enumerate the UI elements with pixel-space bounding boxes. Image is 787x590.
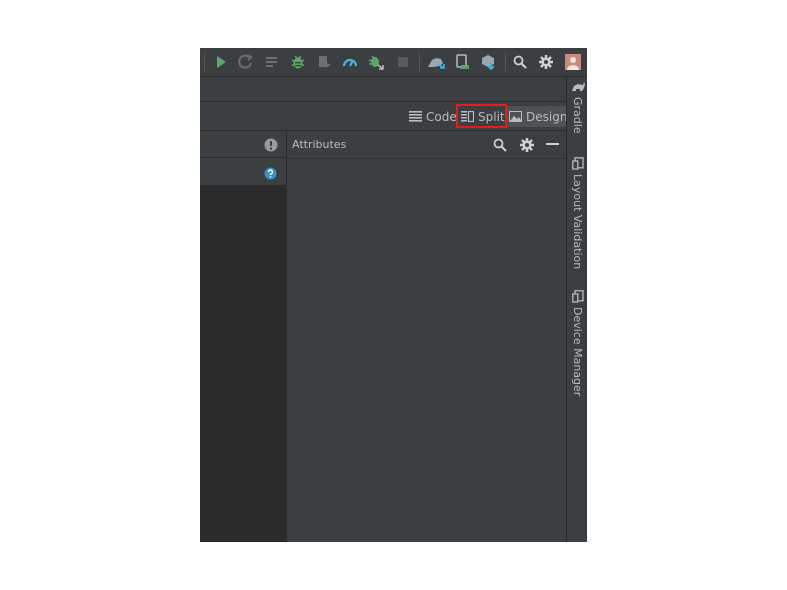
attributes-panel: Attributes [287,131,566,542]
search-icon[interactable] [510,52,530,72]
right-tool-window-bar: Gradle Layout Validation Device Manager [566,77,587,542]
toolbar-separator [505,53,506,71]
stop-icon[interactable] [393,52,413,72]
editor-tab-row [200,77,566,102]
attributes-title: Attributes [292,138,347,151]
debug-icon[interactable] [288,52,308,72]
ide-window: Code Split Design Attributes Gradle Layo… [200,48,587,542]
code-mode-button[interactable]: Code [409,106,457,127]
sidebar-tab-device-manager[interactable]: Device Manager [567,290,587,396]
attach-debugger-icon[interactable] [314,52,334,72]
sidebar-tab-gradle[interactable]: Gradle [567,81,587,134]
split-button-highlight [456,104,507,128]
attributes-search-icon[interactable] [493,137,507,152]
toolbar-separator [419,53,420,71]
sdk-manager-icon[interactable] [478,52,498,72]
sidebar-tab-label: Layout Validation [571,174,584,270]
component-tree-body [200,186,286,542]
design-mode-label: Design [526,109,568,124]
palette-panel [200,131,287,542]
layout-validation-icon [571,157,584,170]
account-icon[interactable] [563,52,583,72]
settings-icon[interactable] [536,52,556,72]
device-manager-icon[interactable] [452,52,472,72]
sync-icon[interactable] [426,52,446,72]
apply-code-changes-icon[interactable] [262,52,282,72]
code-mode-icon [409,111,422,122]
view-mode-bar: Code Split Design [200,102,572,131]
sidebar-tab-layout-validation[interactable]: Layout Validation [567,157,587,269]
help-icon[interactable] [264,165,277,180]
toolbar-separator [204,53,205,71]
attributes-header: Attributes [287,131,566,159]
device-icon [571,290,584,303]
attributes-settings-icon[interactable] [520,137,534,152]
minimize-icon[interactable] [546,143,559,145]
sidebar-tab-label: Device Manager [571,307,584,397]
code-mode-label: Code [426,109,457,124]
main-toolbar [200,48,587,77]
run-icon[interactable] [211,52,231,72]
debug-bug-icon[interactable] [366,52,386,72]
elephant-icon [571,82,585,91]
profile-icon[interactable] [340,52,360,72]
design-mode-icon [509,111,522,122]
apply-changes-icon[interactable] [236,52,256,72]
design-mode-button[interactable]: Design [506,106,572,127]
palette-header [200,131,286,158]
component-tree-header [200,158,286,186]
sidebar-tab-label: Gradle [571,97,584,134]
warning-icon[interactable] [264,137,278,152]
